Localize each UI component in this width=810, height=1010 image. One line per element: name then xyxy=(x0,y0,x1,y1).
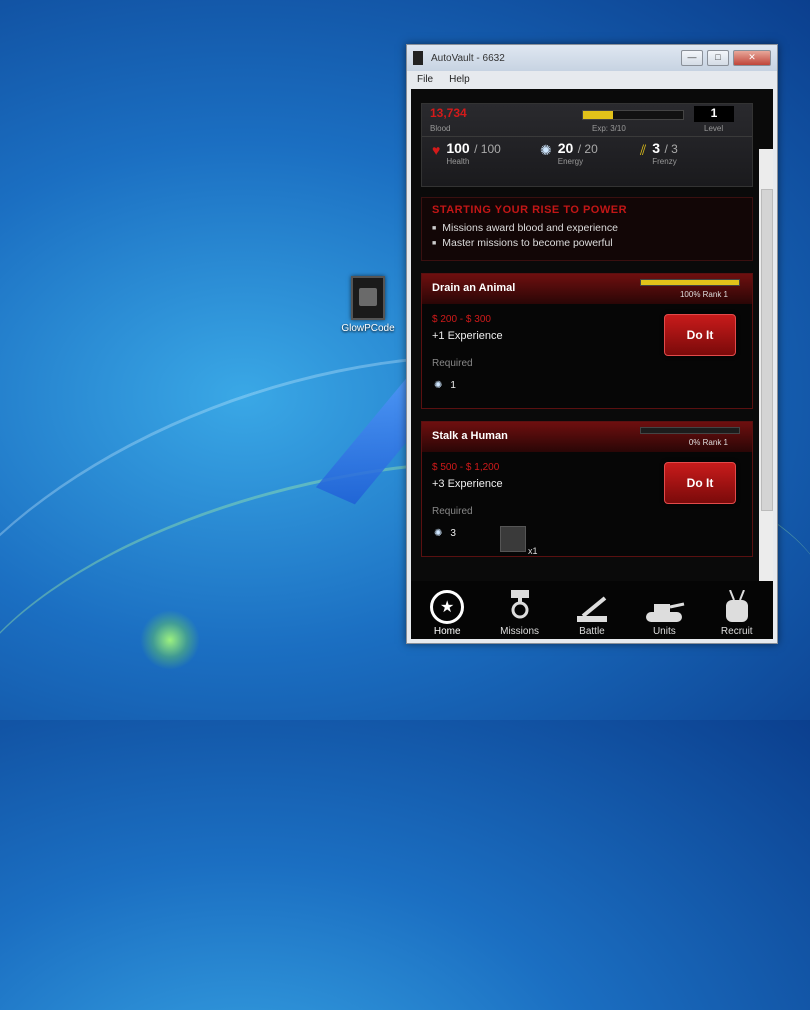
energy-icon: ✺ xyxy=(434,528,443,539)
required-item-count: x1 xyxy=(528,546,538,556)
menu-help[interactable]: Help xyxy=(449,74,470,85)
energy-value: 20 xyxy=(557,140,574,156)
nav-missions-label: Missions xyxy=(500,626,540,637)
desktop-shortcut[interactable]: GlowPCode xyxy=(336,276,400,334)
level-value: 1 xyxy=(694,106,734,122)
nav-missions-icon-wrap xyxy=(490,590,550,624)
minimize-button[interactable]: — xyxy=(681,50,703,66)
nav-recruit-icon-wrap xyxy=(707,590,767,624)
frenzy-label: Frenzy xyxy=(652,157,677,166)
maximize-button[interactable]: □ xyxy=(707,50,729,66)
energy-icon: ✺ xyxy=(434,380,443,391)
wallpaper-glow xyxy=(140,610,200,670)
mission-experience: +3 Experience xyxy=(432,478,503,490)
do-it-button[interactable]: Do It xyxy=(664,314,736,356)
app-window: AutoVault - 6632 — □ ✕ File Help 13,734 … xyxy=(406,44,778,644)
blood-label: Blood xyxy=(430,124,451,133)
menu-bar: File Help xyxy=(407,71,777,87)
mission-experience: +1 Experience xyxy=(432,330,503,342)
mission-progress-fill xyxy=(641,280,739,285)
intro-bullet: Missions award blood and experience xyxy=(432,222,742,234)
cannon-icon xyxy=(576,596,607,622)
mission-title: Stalk a Human xyxy=(432,430,508,442)
mission-progress-bar xyxy=(640,279,740,286)
health-label: Health xyxy=(446,157,470,166)
nav-missions[interactable]: Missions xyxy=(490,590,550,637)
energy-icon: ✺ xyxy=(540,142,552,158)
mission-card: Stalk a Human 0% Rank 1 $ 500 - $ 1,200 … xyxy=(421,421,753,557)
nav-battle-icon-wrap xyxy=(562,590,622,624)
experience-label: Exp: 3/10 xyxy=(592,124,626,133)
nav-units-icon-wrap xyxy=(634,590,694,624)
experience-bar xyxy=(582,110,684,120)
intro-panel: STARTING YOUR RISE TO POWER Missions awa… xyxy=(421,197,753,261)
mission-rank: 0% Rank 1 xyxy=(688,438,728,447)
mission-reward: $ 500 - $ 1,200 xyxy=(432,462,500,473)
mission-header: Drain an Animal 100% Rank 1 xyxy=(422,274,752,304)
mission-header: Stalk a Human 0% Rank 1 xyxy=(422,422,752,452)
nav-units-label: Units xyxy=(652,626,676,637)
nav-units[interactable]: Units xyxy=(634,590,694,637)
game-content: 13,734 Blood Exp: 3/10 1 Level ♥ 100 / 1… xyxy=(421,103,753,615)
window-controls: — □ ✕ xyxy=(681,50,771,66)
nav-battle-label: Battle xyxy=(579,626,605,637)
energy-stat: ✺ 20 / 20 Energy xyxy=(540,140,598,166)
shortcut-icon xyxy=(351,276,385,320)
app-icon xyxy=(413,51,423,65)
health-value: 100 xyxy=(446,140,470,156)
frenzy-stat: ⫽ 3 / 3 Frenzy xyxy=(640,140,678,166)
scrollbar-thumb[interactable] xyxy=(761,189,773,511)
level-label: Level xyxy=(704,124,724,133)
mission-reward: $ 200 - $ 300 xyxy=(432,314,491,325)
energy-label: Energy xyxy=(557,157,584,166)
frenzy-value: 3 xyxy=(652,140,661,156)
mission-required-label: Required xyxy=(432,506,473,517)
menu-file[interactable]: File xyxy=(417,74,433,85)
mission-required-energy: ✺ 1 xyxy=(434,380,456,391)
window-title: AutoVault - 6632 xyxy=(431,52,505,64)
close-button[interactable]: ✕ xyxy=(733,50,771,66)
mission-required-label: Required xyxy=(432,358,473,369)
heart-icon: ♥ xyxy=(432,142,441,158)
nav-home[interactable]: ★ Home xyxy=(417,590,477,637)
intro-bullet: Master missions to become powerful xyxy=(432,237,742,249)
required-item-icon xyxy=(500,526,526,552)
nav-home-icon-wrap: ★ xyxy=(417,590,477,624)
health-max: / 100 xyxy=(474,142,501,156)
nav-recruit-label: Recruit xyxy=(720,626,753,637)
nav-home-label: Home xyxy=(433,626,461,637)
claw-icon: ⫽ xyxy=(640,142,647,158)
tank-icon xyxy=(646,602,685,622)
window-titlebar[interactable]: AutoVault - 6632 — □ ✕ xyxy=(407,45,777,71)
mission-progress-bar xyxy=(640,427,740,434)
star-icon: ★ xyxy=(430,590,465,624)
energy-max: / 20 xyxy=(577,142,598,156)
bottom-nav: ★ Home Missions Battle Units Recruit xyxy=(411,581,773,639)
shortcut-label: GlowPCode xyxy=(341,323,395,334)
nav-recruit[interactable]: Recruit xyxy=(707,590,767,637)
do-it-button[interactable]: Do It xyxy=(664,462,736,504)
experience-fill xyxy=(583,111,613,119)
intro-heading: STARTING YOUR RISE TO POWER xyxy=(432,204,628,216)
energy-required-value: 3 xyxy=(450,528,456,539)
stats-top-row: 13,734 Blood Exp: 3/10 1 Level xyxy=(422,104,752,137)
mission-card: Drain an Animal 100% Rank 1 $ 200 - $ 30… xyxy=(421,273,753,409)
mission-title: Drain an Animal xyxy=(432,282,516,294)
mission-rank: 100% Rank 1 xyxy=(679,290,728,299)
health-stat: ♥ 100 / 100 Health xyxy=(432,140,501,166)
energy-required-value: 1 xyxy=(450,380,456,391)
blood-value: 13,734 xyxy=(430,106,467,120)
stats-panel: 13,734 Blood Exp: 3/10 1 Level ♥ 100 / 1… xyxy=(421,103,753,187)
nav-battle[interactable]: Battle xyxy=(562,590,622,637)
medal-icon xyxy=(510,590,529,619)
intro-list: Missions award blood and experience Mast… xyxy=(432,222,742,249)
game-view: 13,734 Blood Exp: 3/10 1 Level ♥ 100 / 1… xyxy=(411,89,773,639)
vertical-scrollbar[interactable] xyxy=(759,149,773,639)
frenzy-max: / 3 xyxy=(664,142,678,156)
mission-required-energy: ✺ 3 xyxy=(434,528,456,539)
dog-tags-icon xyxy=(725,590,748,622)
